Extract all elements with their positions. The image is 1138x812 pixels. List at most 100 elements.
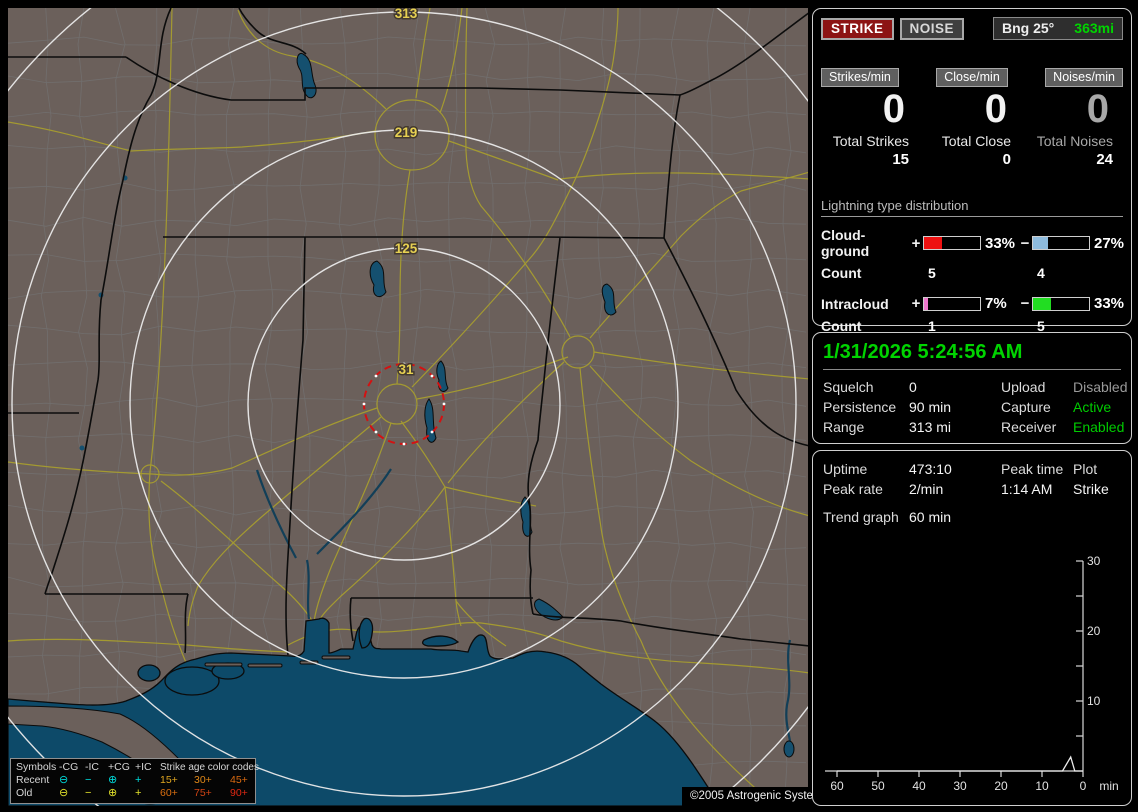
ring-label-31: 31 xyxy=(398,362,414,377)
peak-rate-label: Peak rate xyxy=(823,481,883,497)
ring-label-219: 219 xyxy=(395,125,418,140)
pos-cg-recent-icon: ⊕ xyxy=(108,774,118,786)
close-column: Close/min 0 Total Close 0 xyxy=(923,68,1021,168)
squelch-value: 0 xyxy=(909,379,917,395)
upload-label: Upload xyxy=(1001,379,1046,395)
pos-ic-recent-icon: + xyxy=(135,774,142,786)
capture-status: Active xyxy=(1073,399,1112,415)
legend-col-neg-cg: -CG xyxy=(59,761,79,773)
ic-negative-bar xyxy=(1032,296,1090,311)
ic-positive-pct: 7% xyxy=(985,295,1007,312)
legend-col-pos-ic: +IC xyxy=(135,761,152,773)
map-container: 313 219 125 31 Symbols -CG -IC +CG +IC S… xyxy=(8,8,837,806)
total-strikes-label: Total Strikes xyxy=(832,133,909,149)
noise-toggle-button[interactable]: NOISE xyxy=(899,17,965,40)
close-per-min-value: 0 xyxy=(984,87,1007,131)
pos-cg-old-icon: ⊕ xyxy=(108,787,118,799)
distribution-title: Lightning type distribution xyxy=(821,198,1123,217)
receiver-label: Receiver xyxy=(1001,419,1057,435)
ring-label-125: 125 xyxy=(395,241,418,256)
lightning-map[interactable]: 313 219 125 31 xyxy=(8,8,808,806)
status-row: Squelch 0 Upload Disabled xyxy=(823,377,1127,397)
svg-text:10: 10 xyxy=(1035,779,1049,793)
total-noises-label: Total Noises xyxy=(1036,133,1113,149)
age-30: 30+ xyxy=(194,774,212,786)
svg-text:30: 30 xyxy=(1087,554,1101,568)
svg-text:60: 60 xyxy=(830,779,844,793)
range-label: Range xyxy=(823,419,865,435)
age-45: 45+ xyxy=(230,774,248,786)
total-close-label: Total Close xyxy=(941,133,1011,149)
datetime-readout: 1/31/2026 5:24:56 AM xyxy=(823,341,1121,370)
svg-text:30: 30 xyxy=(953,779,967,793)
strike-toggle-button[interactable]: STRIKE xyxy=(821,17,894,40)
age-75: 75+ xyxy=(194,787,212,799)
legend-row-label: Recent xyxy=(16,774,50,786)
age-90: 90+ xyxy=(230,787,248,799)
legend-age-header: Strike age color codes xyxy=(160,762,259,773)
cg-positive-pct: 33% xyxy=(985,234,1016,252)
total-noises-value: 24 xyxy=(1096,151,1113,168)
cg-positive-count: 5 xyxy=(928,265,936,281)
noises-column: Noises/min 0 Total Noises 24 xyxy=(1025,68,1123,168)
squelch-label: Squelch xyxy=(823,379,874,395)
minus-sign: − xyxy=(1020,295,1030,312)
trend-panel: Uptime 473:10 Peak time Plot Peak rate 2… xyxy=(812,450,1132,806)
upload-status: Disabled xyxy=(1073,379,1128,395)
status-panel: 1/31/2026 5:24:56 AM Squelch 0 Upload Di… xyxy=(812,332,1132,444)
age-15: 15+ xyxy=(160,774,178,786)
age-60: 60+ xyxy=(160,787,178,799)
neg-ic-recent-icon: − xyxy=(85,774,92,786)
cg-negative-bar xyxy=(1032,236,1090,250)
neg-cg-old-icon: ⊖ xyxy=(59,787,69,799)
minus-sign: − xyxy=(1020,234,1030,252)
plus-sign: + xyxy=(911,295,921,312)
counters-panel: STRIKE NOISE Bng 25° 363mi Strikes/min 0… xyxy=(812,8,1132,334)
close-per-min-button[interactable]: Close/min xyxy=(936,68,1008,87)
status-row: Persistence 90 min Capture Active xyxy=(823,397,1121,417)
svg-text:0: 0 xyxy=(1080,779,1087,793)
plus-sign: + xyxy=(911,234,921,252)
plot-label: Plot xyxy=(1073,461,1098,477)
strikes-per-min-button[interactable]: Strikes/min xyxy=(821,68,899,87)
neg-ic-old-icon: − xyxy=(85,787,92,799)
cloud-ground-label: Cloud-ground xyxy=(821,227,870,259)
bearing-range-value: 363mi xyxy=(1074,20,1114,36)
noises-per-min-value: 0 xyxy=(1086,87,1109,131)
stats-row: Uptime 473:10 Peak time Plot xyxy=(823,459,1121,479)
persistence-label: Persistence xyxy=(823,399,897,415)
svg-text:min: min xyxy=(1099,779,1118,793)
cg-positive-bar xyxy=(923,236,981,250)
noises-per-min-button[interactable]: Noises/min xyxy=(1045,68,1123,87)
svg-text:20: 20 xyxy=(994,779,1008,793)
trend-graph-span: 60 min xyxy=(909,509,952,525)
cg-negative-pct: 27% xyxy=(1094,234,1125,252)
range-value: 313 mi xyxy=(909,419,952,435)
receiver-status: Enabled xyxy=(1073,419,1125,435)
ring-label-313: 313 xyxy=(395,8,418,21)
bearing-value: Bng 25° xyxy=(1002,20,1055,36)
cloud-ground-row: Cloud-ground + 33% − 27% xyxy=(821,227,1125,259)
svg-text:50: 50 xyxy=(871,779,885,793)
uptime-value: 473:10 xyxy=(909,461,952,477)
ic-positive-bar xyxy=(923,296,981,311)
legend-symbols-header: Symbols xyxy=(16,761,57,773)
ic-negative-pct: 33% xyxy=(1094,295,1125,312)
strikes-per-min-value: 0 xyxy=(882,87,905,131)
legend-row-label: Old xyxy=(16,787,33,799)
trend-graph-row: Trend graph 60 min xyxy=(823,509,1121,525)
peak-time-value: 1:14 AM xyxy=(1001,481,1053,497)
legend-col-pos-cg: +CG xyxy=(108,761,130,773)
uptime-label: Uptime xyxy=(823,461,868,477)
pos-ic-old-icon: + xyxy=(135,787,142,799)
trend-graph-label: Trend graph xyxy=(823,509,899,525)
cloud-ground-count-row: Count 5 4 xyxy=(821,265,1123,281)
peak-time-label: Peak time xyxy=(1001,461,1064,477)
total-close-value: 0 xyxy=(1002,151,1011,168)
map-legend: Symbols -CG -IC +CG +IC Strike age color… xyxy=(10,758,259,804)
cg-negative-count: 4 xyxy=(1037,265,1045,281)
svg-text:40: 40 xyxy=(912,779,926,793)
intracloud-row: Intracloud + 7% − 33% xyxy=(821,295,1125,312)
bearing-readout: Bng 25° 363mi xyxy=(993,17,1123,40)
strikes-column: Strikes/min 0 Total Strikes 15 xyxy=(821,68,919,168)
